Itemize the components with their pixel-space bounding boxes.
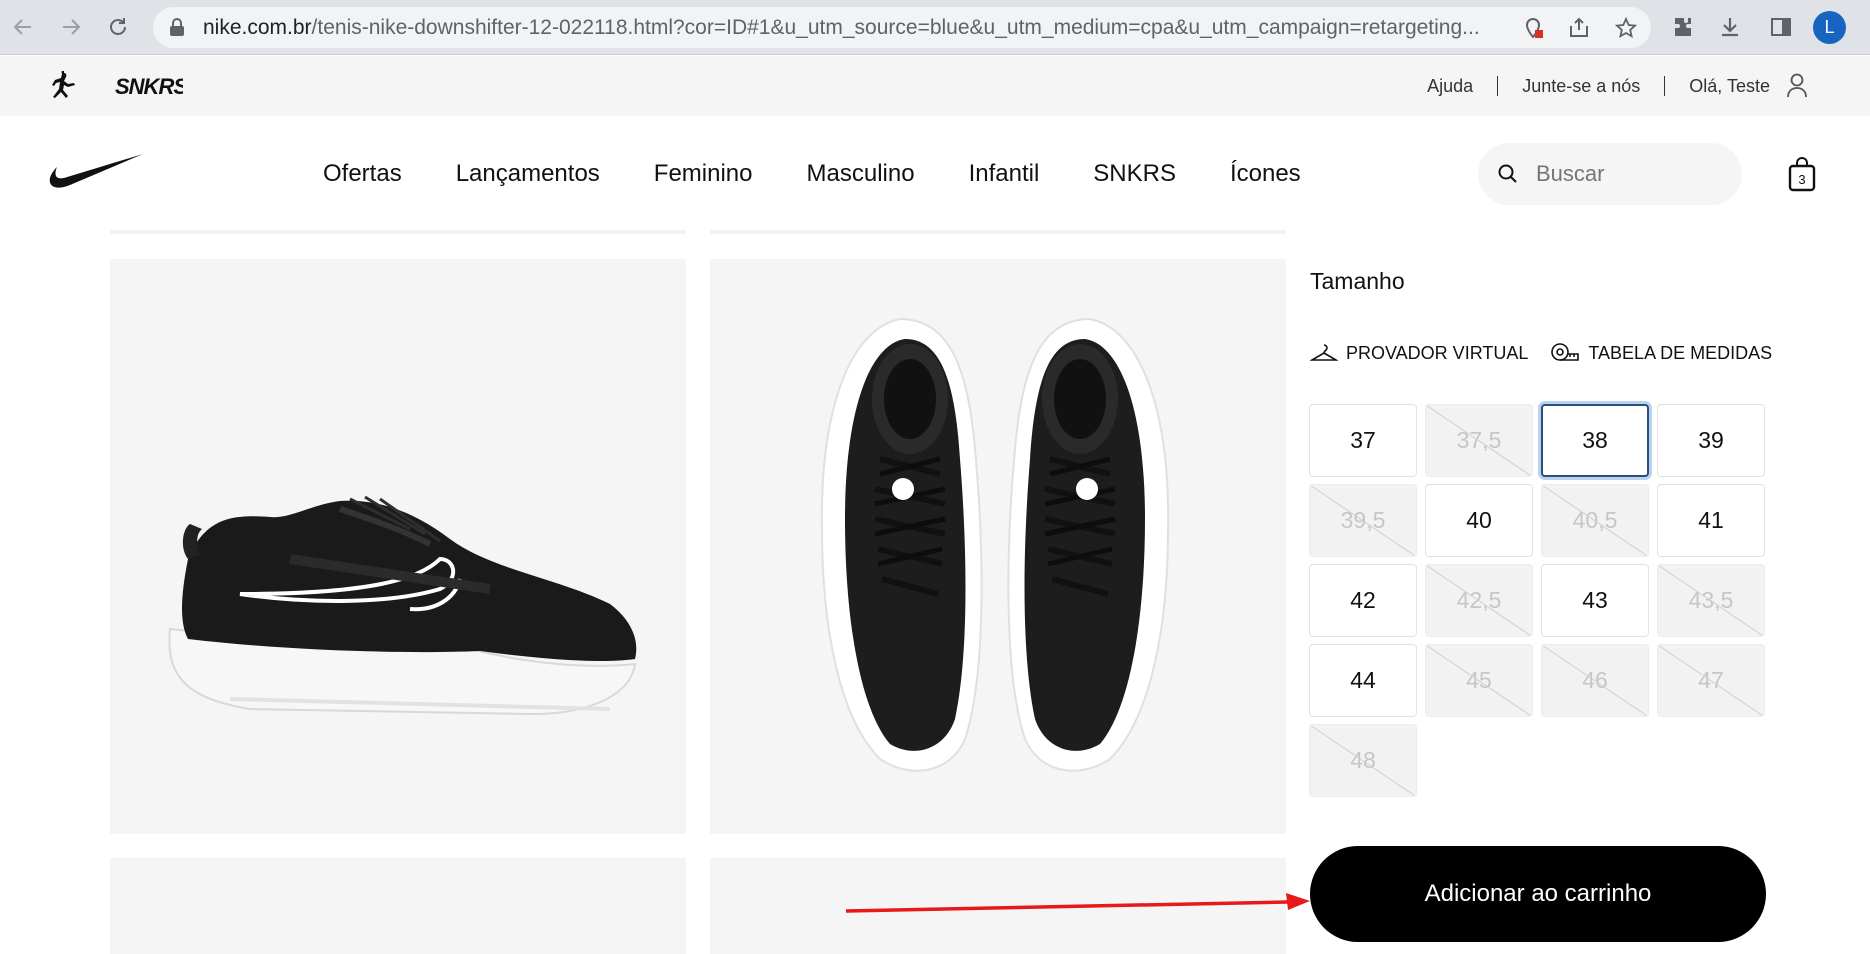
nav-masculino[interactable]: Masculino bbox=[807, 160, 915, 188]
nav-ofertas[interactable]: Ofertas bbox=[323, 160, 402, 188]
size-grid: 37 37,5 38 39 39,5 40 40,5 41 42 42,5 43 43,5 44 45 46… bbox=[1309, 404, 1767, 797]
size-option[interactable]: 37 bbox=[1309, 404, 1417, 477]
size-title: Tamanho bbox=[1310, 268, 1405, 294]
extensions-puzzle-icon[interactable] bbox=[1667, 11, 1699, 43]
virtual-fitting-link[interactable]: PROVADOR VIRTUAL bbox=[1310, 343, 1528, 364]
product-image-thumbnail[interactable] bbox=[110, 858, 686, 954]
help-link[interactable]: Ajuda bbox=[1427, 76, 1473, 97]
measuring-tape-icon bbox=[1551, 343, 1580, 361]
nav-icones[interactable]: Ícones bbox=[1230, 160, 1301, 188]
divider bbox=[1664, 76, 1666, 96]
nav-snkrs[interactable]: SNKRS bbox=[1093, 160, 1176, 188]
size-option[interactable]: 38 bbox=[1541, 404, 1649, 477]
jordan-logo-icon[interactable] bbox=[48, 69, 78, 106]
size-option[interactable]: 43 bbox=[1541, 564, 1649, 637]
reload-button[interactable] bbox=[101, 10, 135, 44]
size-option: 37,5 bbox=[1425, 404, 1533, 477]
size-option[interactable]: 44 bbox=[1309, 644, 1417, 717]
size-option: 45 bbox=[1425, 644, 1533, 717]
utility-bar: SNKRS Ajuda Junte-se a nós Olá, Teste bbox=[0, 56, 1870, 116]
gallery-image-strip bbox=[110, 230, 686, 234]
browser-toolbar: nike.com.br/tenis-nike-downshifter-12-02… bbox=[0, 0, 1870, 55]
user-icon[interactable] bbox=[1786, 73, 1808, 99]
divider bbox=[1497, 76, 1499, 96]
size-option[interactable]: 39 bbox=[1657, 404, 1765, 477]
side-panel-icon[interactable] bbox=[1765, 11, 1797, 43]
forward-button[interactable] bbox=[54, 10, 88, 44]
shoe-side-view-image bbox=[168, 495, 637, 716]
search-icon bbox=[1498, 164, 1517, 183]
size-option: 42,5 bbox=[1425, 564, 1533, 637]
virtual-fitting-label: PROVADOR VIRTUAL bbox=[1346, 342, 1529, 363]
gallery-image-strip bbox=[710, 230, 1286, 234]
add-to-cart-button[interactable]: Adicionar ao carrinho bbox=[1310, 846, 1766, 942]
forward-arrow-icon bbox=[63, 19, 81, 35]
size-option[interactable]: 41 bbox=[1657, 484, 1765, 557]
address-bar[interactable]: nike.com.br/tenis-nike-downshifter-12-02… bbox=[153, 7, 1651, 48]
bookmark-star-icon[interactable] bbox=[1613, 15, 1639, 41]
hanger-icon bbox=[1310, 344, 1338, 361]
location-blocked-icon[interactable] bbox=[1520, 15, 1546, 41]
main-navigation: Ofertas Lançamentos Feminino Masculino I… bbox=[0, 116, 1870, 232]
shopping-bag-button[interactable]: 3 bbox=[1787, 156, 1817, 192]
search-input[interactable] bbox=[1536, 161, 1716, 187]
url-text: nike.com.br/tenis-nike-downshifter-12-02… bbox=[203, 16, 1480, 39]
nav-feminino[interactable]: Feminino bbox=[654, 160, 753, 188]
greeting-link[interactable]: Olá, Teste bbox=[1689, 76, 1770, 97]
lock-icon bbox=[170, 18, 184, 36]
size-option: 43,5 bbox=[1657, 564, 1765, 637]
nav-lancamentos[interactable]: Lançamentos bbox=[456, 160, 600, 188]
size-chart-label: TABELA DE MEDIDAS bbox=[1588, 342, 1773, 363]
size-option: 39,5 bbox=[1309, 484, 1417, 557]
size-option: 40,5 bbox=[1541, 484, 1649, 557]
nav-infantil[interactable]: Infantil bbox=[969, 160, 1040, 188]
back-button[interactable] bbox=[6, 10, 40, 44]
snkrs-logo-icon[interactable]: SNKRS bbox=[115, 73, 189, 104]
size-option: 46 bbox=[1541, 644, 1649, 717]
size-help-links: PROVADOR VIRTUAL TABELA DE MEDIDAS bbox=[1310, 342, 1772, 364]
size-option[interactable]: 40 bbox=[1425, 484, 1533, 557]
reload-icon bbox=[110, 18, 126, 35]
profile-avatar[interactable]: L bbox=[1813, 11, 1846, 44]
join-link[interactable]: Junte-se a nós bbox=[1522, 76, 1640, 97]
bag-count: 3 bbox=[1798, 172, 1806, 187]
shoe-top-view-image bbox=[820, 317, 1170, 772]
product-image-top[interactable] bbox=[710, 259, 1286, 834]
download-icon[interactable] bbox=[1714, 11, 1746, 43]
search-box[interactable] bbox=[1478, 143, 1742, 205]
size-option: 47 bbox=[1657, 644, 1765, 717]
nike-swoosh-logo-icon[interactable] bbox=[48, 154, 144, 195]
annotation-arrow-icon bbox=[845, 893, 1310, 913]
size-option[interactable]: 42 bbox=[1309, 564, 1417, 637]
svg-text:SNKRS: SNKRS bbox=[115, 74, 183, 99]
size-option: 48 bbox=[1309, 724, 1417, 797]
size-chart-link[interactable]: TABELA DE MEDIDAS bbox=[1550, 342, 1772, 364]
back-arrow-icon bbox=[13, 19, 31, 35]
share-icon[interactable] bbox=[1566, 15, 1592, 41]
product-image-side[interactable] bbox=[110, 259, 686, 834]
